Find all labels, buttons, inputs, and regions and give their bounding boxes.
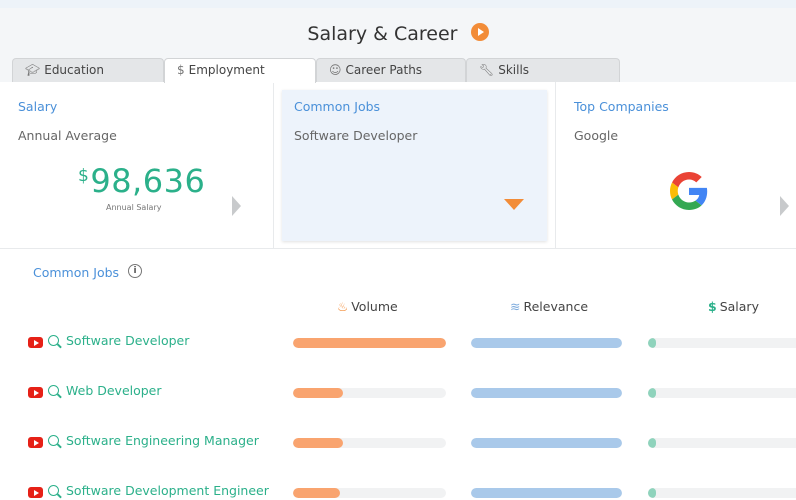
common-jobs-card-selected: Common Jobs Software Developer [282,90,547,241]
volume-bar-fill [293,388,343,398]
job-row: Web Developer [0,383,796,408]
volume-bar-fill [293,438,343,448]
relevance-bar [471,488,622,498]
salary-column-header[interactable]: $ Salary [708,299,759,314]
volume-bar-fill [293,488,340,498]
currency-symbol: $ [78,166,90,186]
common-jobs-card-subtitle: Software Developer [294,128,418,143]
dollar-icon: $ [708,299,717,314]
volume-bar-fill [293,338,446,348]
tab-label: Career Paths [345,63,423,77]
job-link[interactable]: Software Engineering Manager [66,433,259,448]
tab-employment[interactable]: $ Employment [164,58,316,83]
relevance-bar-fill [471,388,622,398]
salary-card[interactable]: Salary Annual Average $98,636 Annual Sal… [0,82,274,248]
salary-bar-fill [648,388,656,398]
chevron-down-icon[interactable] [504,199,524,210]
top-companies-card-subtitle: Google [574,128,619,143]
relevance-bar [471,338,622,348]
volume-bar [293,438,446,448]
relevance-label: Relevance [523,299,589,314]
common-jobs-card[interactable]: Common Jobs Software Developer [274,82,556,248]
flame-icon: ♨ [337,299,349,314]
job-row: Software Developer [0,333,796,358]
salary-bar [648,488,796,498]
youtube-icon[interactable] [28,437,43,448]
relevance-bar-fill [471,488,622,498]
job-link[interactable]: Web Developer [66,383,162,398]
dollar-icon: $ [177,63,185,77]
relevance-bar-fill [471,338,622,348]
top-companies-card-title: Top Companies [574,99,669,114]
salary-bar-fill [648,488,656,498]
salary-amount: 98,636 [90,162,206,200]
chevron-right-icon[interactable] [232,196,241,216]
tab-education[interactable]: 🎓︎ Education [12,58,164,82]
youtube-icon[interactable] [28,487,43,498]
salary-bar-fill [648,338,656,348]
volume-label: Volume [351,299,398,314]
section-title: Common Jobs [33,265,120,280]
header: Salary & Career [0,14,796,54]
tab-label: Education [44,63,104,77]
relevance-bar-fill [471,438,622,448]
salary-bar [648,338,796,348]
employment-panel: Salary Annual Average $98,636 Annual Sal… [0,82,796,500]
job-row: Software Engineering Manager [0,433,796,458]
tab-label: Employment [188,63,265,77]
info-icon[interactable]: i [128,264,142,278]
relevance-column-header[interactable]: ≋ Relevance [510,299,588,314]
job-link[interactable]: Software Development Engineer [66,483,269,498]
tab-bar: 🎓︎ Education $ Employment ☺ Career Paths 🔧︎… [0,58,796,83]
chevron-right-icon[interactable] [780,196,789,216]
graduation-cap-icon: 🎓︎ [25,63,41,77]
salary-bar [648,438,796,448]
top-strip [0,0,796,8]
salary-value: $98,636 [78,162,205,200]
wrench-icon: 🔧︎ [479,63,495,77]
search-icon[interactable] [48,485,59,496]
search-icon[interactable] [48,435,59,446]
page-title: Salary & Career [307,23,458,45]
search-icon[interactable] [48,385,59,396]
salary-card-subtitle: Annual Average [18,128,117,143]
play-icon[interactable] [470,23,489,41]
divider [0,248,796,249]
tab-label: Skills [498,63,530,77]
volume-bar [293,488,446,498]
job-row: Software Development Engineer [0,483,796,500]
salary-card-title: Salary [18,99,58,114]
salary-label: Salary [719,299,759,314]
volume-column-header[interactable]: ♨ Volume [337,299,398,314]
relevance-bar [471,438,622,448]
job-link[interactable]: Software Developer [66,333,189,348]
search-icon[interactable] [48,335,59,346]
volume-bar [293,338,446,348]
youtube-icon[interactable] [28,337,43,348]
relevance-bar [471,388,622,398]
youtube-icon[interactable] [28,387,43,398]
salary-caption: Annual Salary [106,203,162,212]
volume-bar [293,388,446,398]
tab-career-paths[interactable]: ☺ Career Paths [316,58,466,82]
person-icon: ☺ [329,63,342,77]
salary-bar [648,388,796,398]
tab-skills[interactable]: 🔧︎ Skills [466,58,620,82]
common-jobs-card-title: Common Jobs [294,99,381,114]
google-logo [670,172,708,210]
network-icon: ≋ [510,299,521,314]
top-companies-card[interactable]: Top Companies Google [556,82,796,248]
salary-bar-fill [648,438,656,448]
